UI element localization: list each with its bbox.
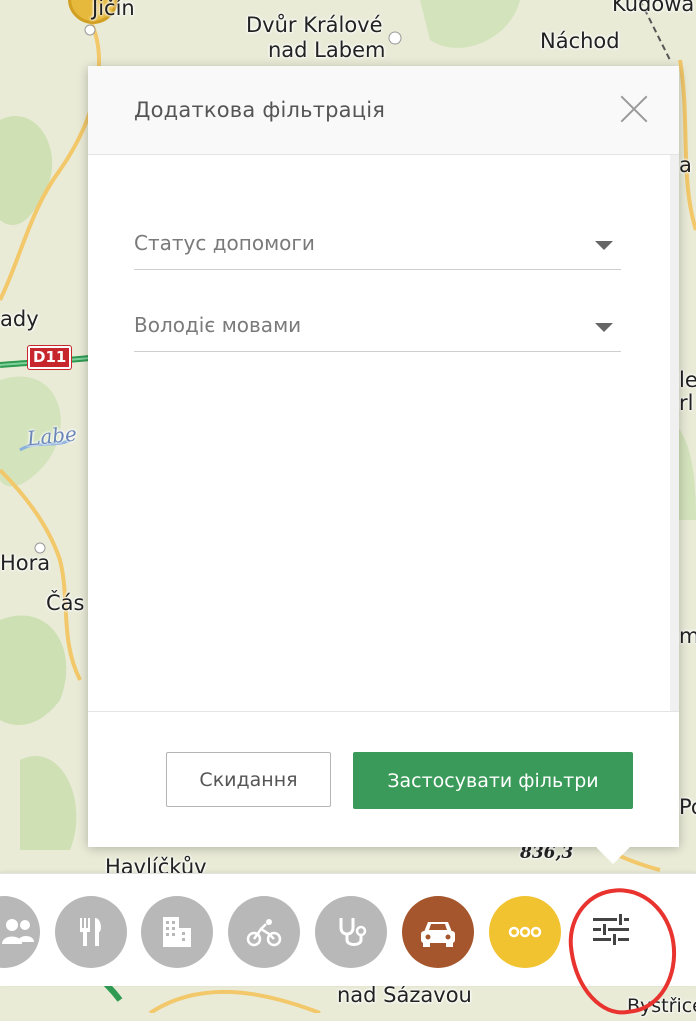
map-label: Hora	[0, 551, 51, 575]
languages-select[interactable]: Володіє мовами	[134, 301, 621, 352]
map-label: nad Sázavou	[337, 983, 472, 1007]
stethoscope-icon	[339, 918, 367, 946]
caret-down-icon	[595, 323, 613, 332]
road-shield: D11	[26, 345, 73, 370]
reset-button[interactable]: Скидання	[166, 752, 331, 807]
select-placeholder: Статус допомоги	[134, 231, 315, 255]
dialog-scrollbar[interactable]	[670, 155, 679, 711]
map-label: Dvůr Králové	[246, 13, 383, 37]
filter-dialog: Додаткова фільтрація Статус допомоги Вол…	[88, 66, 679, 864]
map-label: Jičín	[92, 0, 135, 20]
more-icon	[508, 926, 542, 938]
map-label: Po	[679, 795, 696, 819]
dialog-header: Додаткова фільтрація	[88, 66, 679, 155]
filter-sliders-icon	[593, 914, 629, 945]
elevation-label: 836,3	[520, 843, 574, 863]
category-transport-button[interactable]	[402, 896, 474, 968]
map-label: rl	[679, 391, 694, 415]
map-label: ady	[0, 307, 39, 331]
select-placeholder: Володіє мовами	[134, 313, 302, 337]
map-label: Náchod	[540, 29, 620, 53]
caret-down-icon	[595, 241, 613, 250]
restaurant-icon	[80, 918, 101, 946]
river-label: Labe	[25, 421, 78, 451]
car-icon	[421, 922, 455, 947]
help-status-select[interactable]: Статус допомоги	[134, 219, 621, 270]
category-restaurant-button[interactable]	[55, 896, 127, 968]
additional-filters-button[interactable]	[573, 892, 649, 968]
map-label: my	[679, 624, 696, 648]
dialog-footer: Скидання Застосувати фільтри	[88, 711, 679, 847]
map-label: Čás	[46, 591, 85, 615]
category-more-button[interactable]	[489, 896, 561, 968]
map-label: Bystřice	[627, 995, 696, 1017]
category-medical-button[interactable]	[315, 896, 387, 968]
category-toolbar	[0, 873, 696, 986]
category-people-button[interactable]	[0, 896, 40, 968]
dialog-title: Додаткова фільтрація	[134, 98, 386, 122]
category-bicycle-button[interactable]	[228, 896, 300, 968]
people-icon	[2, 919, 34, 944]
apply-filters-button[interactable]: Застосувати фільтри	[353, 752, 633, 809]
map-label: le	[679, 368, 696, 392]
map-label: Kudowa	[612, 0, 695, 16]
close-icon[interactable]	[619, 94, 649, 124]
map-label: nad Labem	[268, 38, 386, 62]
bicycle-icon	[246, 919, 282, 947]
map-label: a	[679, 153, 692, 177]
building-icon	[163, 917, 191, 947]
category-housing-button[interactable]	[141, 896, 213, 968]
